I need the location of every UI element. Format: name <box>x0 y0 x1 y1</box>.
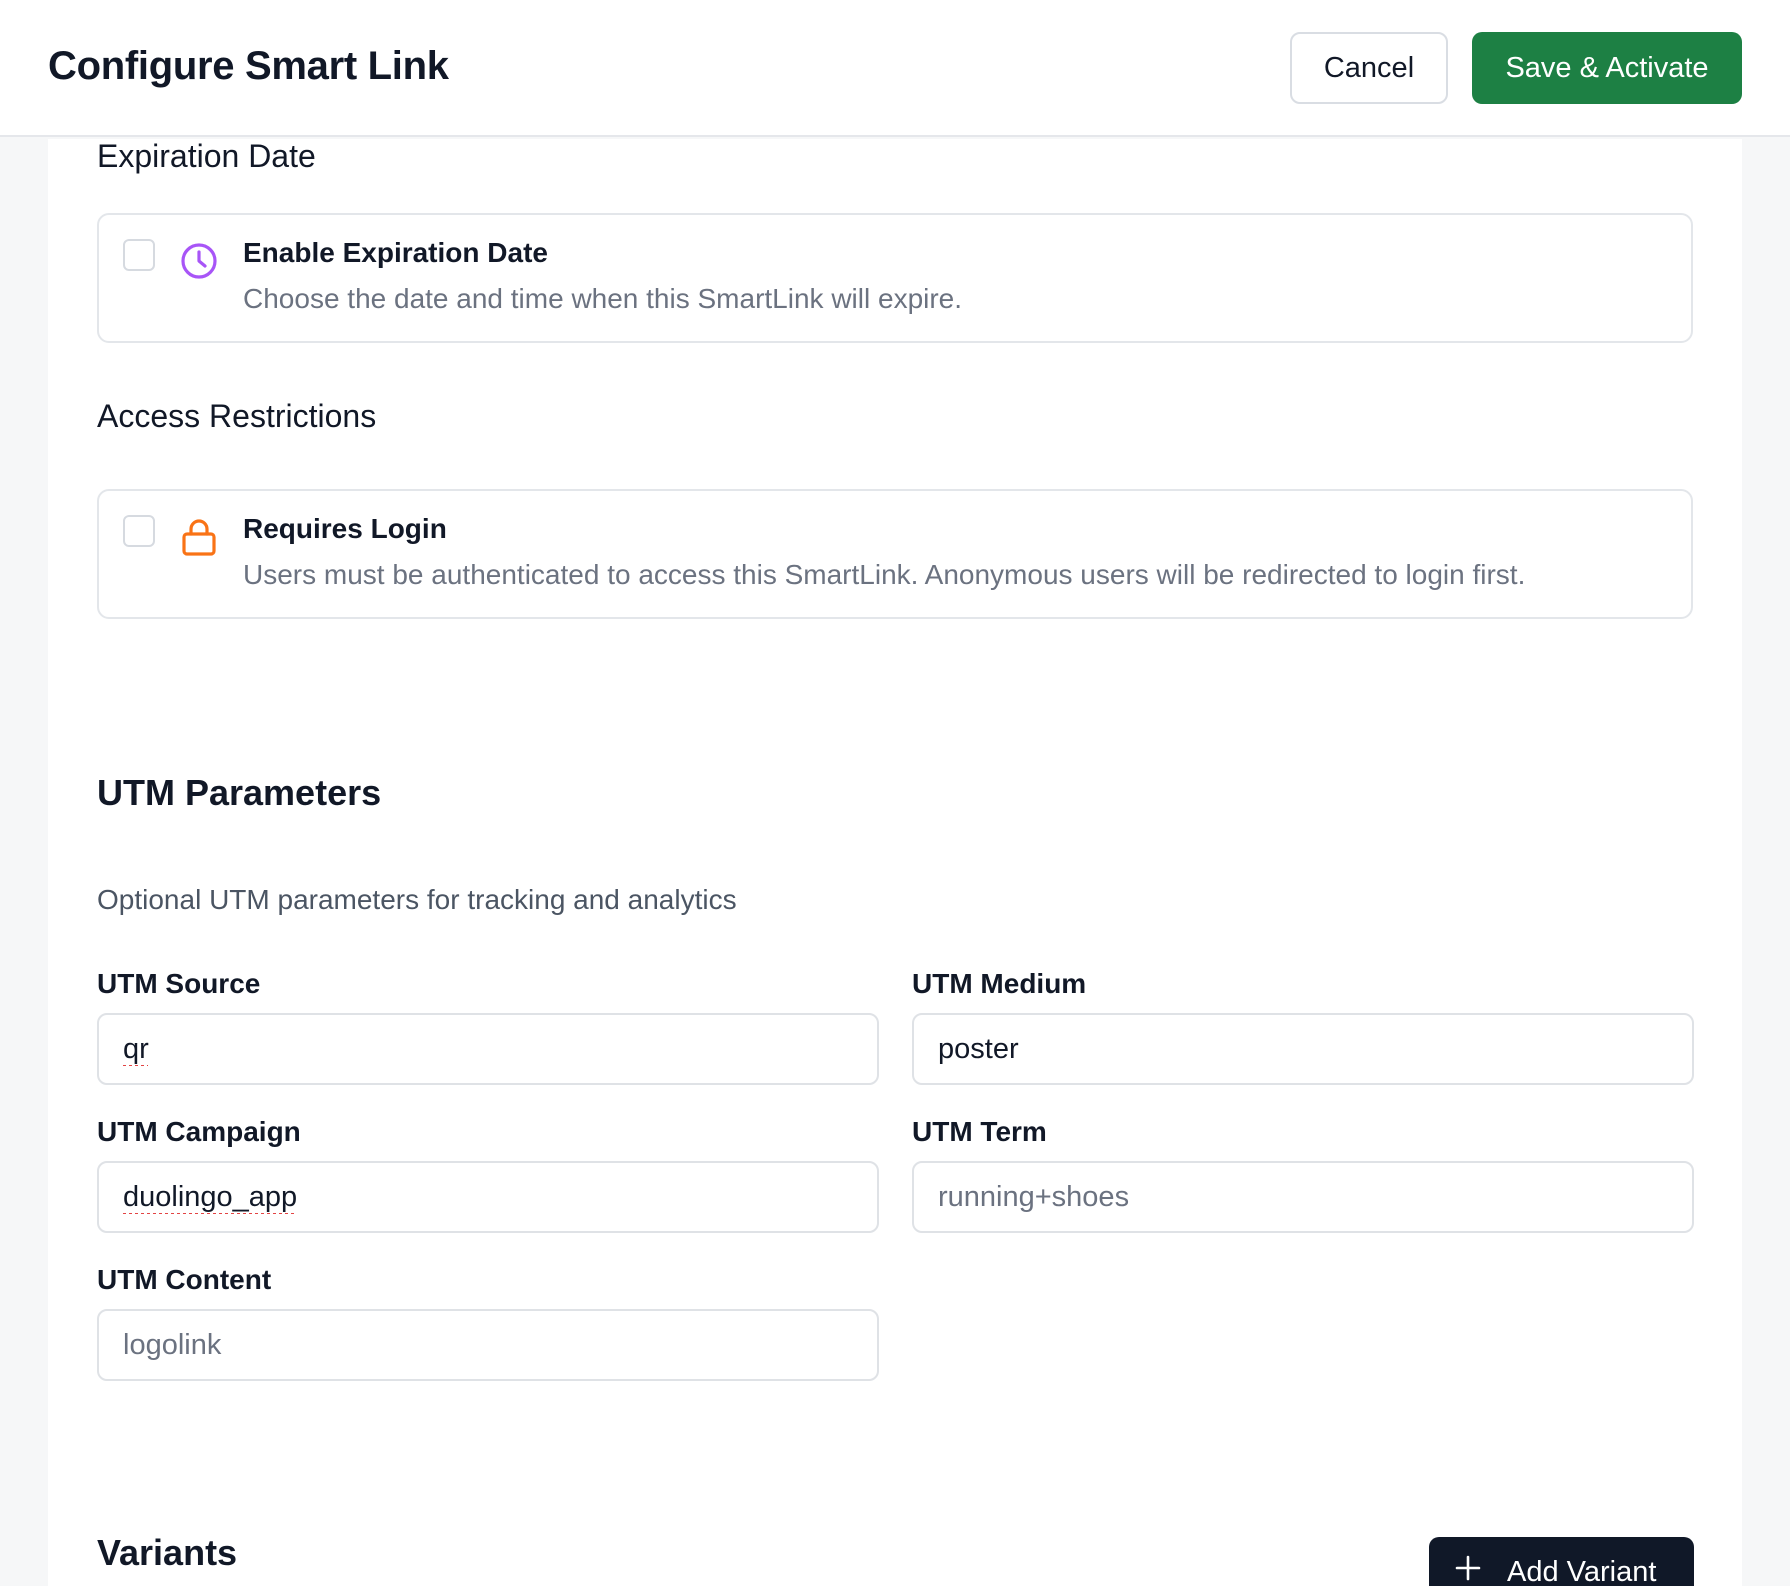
plus-icon <box>1455 1555 1481 1586</box>
utm-term-label: UTM Term <box>912 1116 1047 1147</box>
expiration-checkbox[interactable] <box>123 239 155 271</box>
requires-login-title: Requires Login <box>243 513 447 544</box>
top-header-bar: Configure Smart Link Cancel Save & Activ… <box>0 0 1790 137</box>
add-variant-label: Add Variant <box>1507 1555 1657 1586</box>
utm-term-input[interactable] <box>912 1161 1694 1233</box>
utm-content-label: UTM Content <box>97 1264 272 1295</box>
variants-section-heading: Variants <box>97 1532 238 1573</box>
expiration-option-description: Choose the date and time when this Smart… <box>243 283 963 314</box>
utm-campaign-input[interactable] <box>97 1161 879 1233</box>
utm-description: Optional UTM parameters for tracking and… <box>97 884 737 915</box>
save-activate-button[interactable]: Save & Activate <box>1472 32 1742 104</box>
add-variant-button[interactable]: Add Variant <box>1429 1537 1694 1586</box>
clock-icon <box>179 241 219 281</box>
lock-icon <box>179 517 219 557</box>
access-section-label: Access Restrictions <box>97 398 377 434</box>
requires-login-option-card[interactable]: Requires Login Users must be authenticat… <box>97 489 1693 619</box>
utm-campaign-label: UTM Campaign <box>97 1116 301 1147</box>
requires-login-checkbox[interactable] <box>123 515 155 547</box>
expiration-option-card[interactable]: Enable Expiration Date Choose the date a… <box>97 213 1693 343</box>
expiration-option-title: Enable Expiration Date <box>243 237 548 268</box>
utm-medium-label: UTM Medium <box>912 968 1087 999</box>
utm-source-label: UTM Source <box>97 968 261 999</box>
utm-source-input[interactable] <box>97 1013 879 1085</box>
configure-smart-link-page: Configure Smart Link Cancel Save & Activ… <box>0 0 1790 1586</box>
expiration-section-label: Expiration Date <box>97 138 316 174</box>
page-title: Configure Smart Link <box>48 44 449 88</box>
utm-medium-input[interactable] <box>912 1013 1694 1085</box>
utm-section-heading: UTM Parameters <box>97 772 382 813</box>
utm-content-input[interactable] <box>97 1309 879 1381</box>
requires-login-description: Users must be authenticated to access th… <box>243 559 1526 590</box>
cancel-button[interactable]: Cancel <box>1290 32 1448 104</box>
